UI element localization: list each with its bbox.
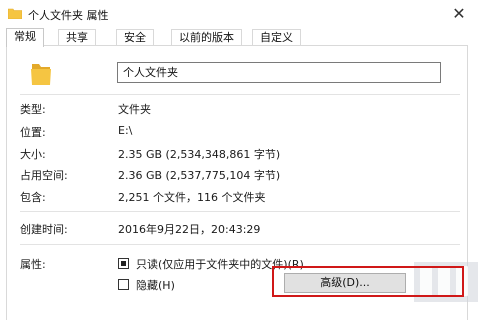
contains-value: 2,251 个文件，116 个文件夹	[118, 191, 266, 204]
size-value: 2.35 GB (2,534,348,861 字节)	[118, 148, 281, 161]
folder-icon	[8, 8, 22, 19]
contains-label: 包含:	[20, 191, 46, 204]
tab-previous-versions[interactable]: 以前的版本	[171, 29, 242, 45]
size-on-disk-label: 占用空间:	[20, 169, 68, 182]
type-value: 文件夹	[118, 103, 151, 116]
tab-security[interactable]: 安全	[116, 29, 154, 45]
title-bar: 个人文件夹 属性 ✕	[0, 0, 480, 28]
tab-strip: 常规 共享 安全 以前的版本 自定义	[6, 28, 476, 47]
separator	[20, 94, 460, 95]
readonly-checkbox[interactable]	[118, 258, 129, 269]
hidden-label: 隐藏(H)	[136, 279, 175, 292]
attributes-label: 属性:	[20, 258, 46, 271]
size-label: 大小:	[20, 148, 46, 161]
tab-customize[interactable]: 自定义	[252, 29, 301, 45]
hidden-checkbox[interactable]	[118, 279, 129, 290]
location-value: E:\	[118, 124, 133, 137]
folder-name-input[interactable]: 个人文件夹	[117, 62, 441, 83]
window-title: 个人文件夹 属性	[28, 9, 109, 22]
created-label: 创建时间:	[20, 223, 68, 236]
separator	[20, 244, 460, 245]
tab-sharing[interactable]: 共享	[58, 29, 96, 45]
type-label: 类型:	[20, 103, 46, 116]
folder-large-icon	[31, 64, 51, 85]
size-on-disk-value: 2.36 GB (2,537,775,104 字节)	[118, 169, 281, 182]
close-button[interactable]: ✕	[448, 3, 470, 25]
separator	[20, 211, 460, 212]
annotation-highlight-box	[272, 266, 464, 297]
tab-general[interactable]: 常规	[6, 28, 44, 47]
location-label: 位置:	[20, 126, 46, 139]
created-value: 2016年9月22日，20:43:29	[118, 223, 261, 236]
